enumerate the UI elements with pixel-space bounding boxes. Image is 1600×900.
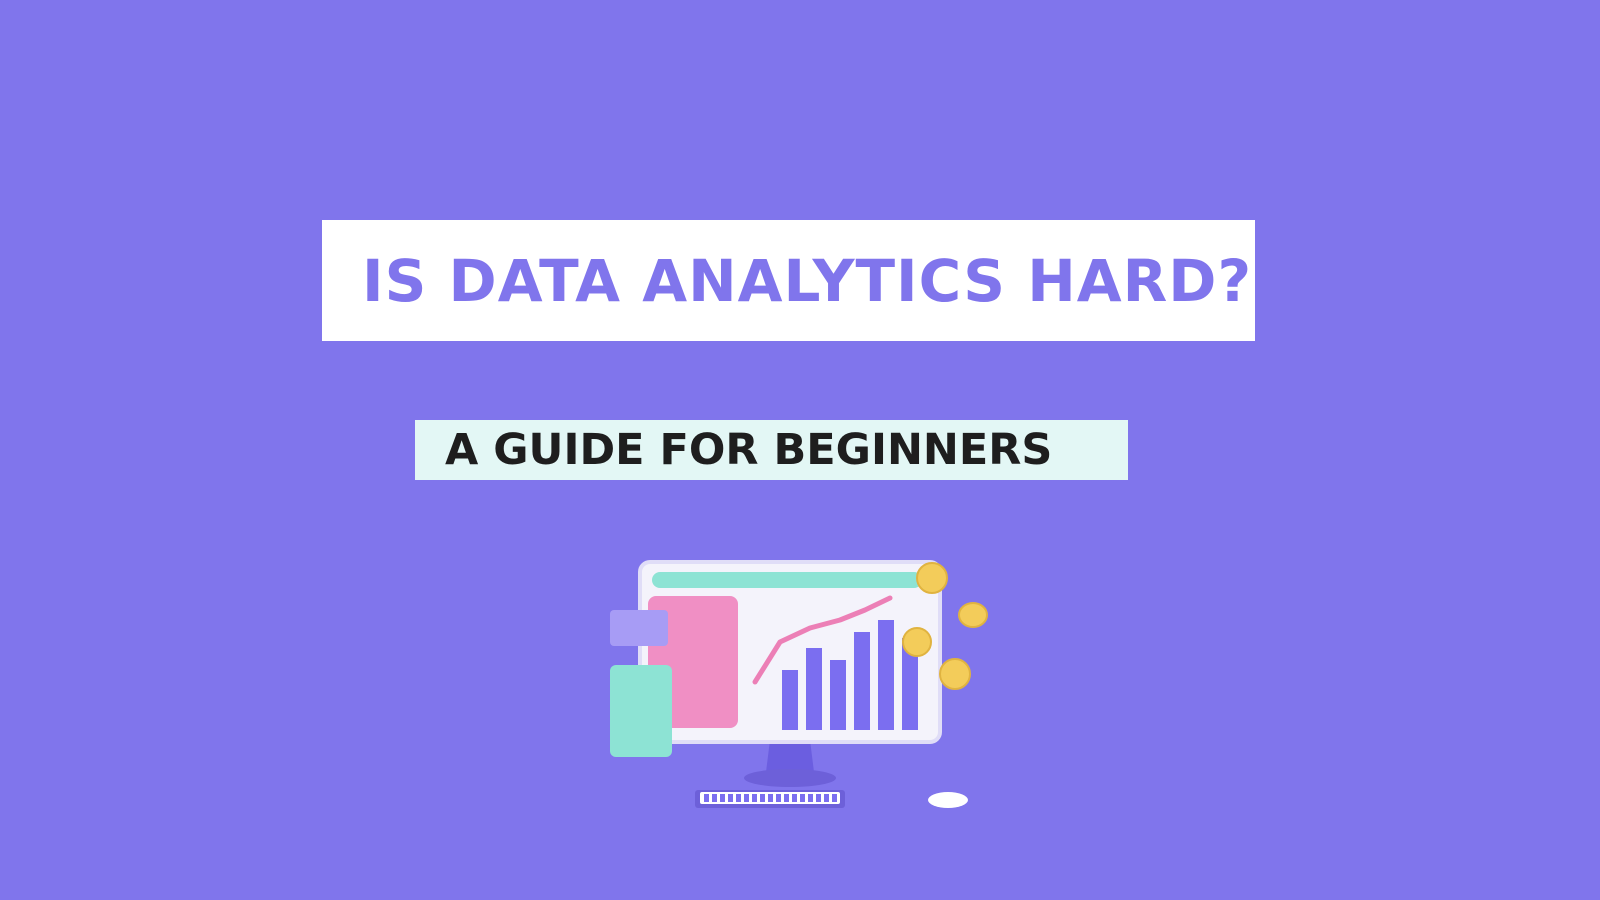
subtitle-banner: A GUIDE FOR BEGINNERS [415, 420, 1128, 480]
keyboard-icon [695, 790, 845, 808]
mouse-icon [928, 792, 968, 808]
page-title: IS DATA ANALYTICS HARD? [362, 246, 1253, 315]
title-banner: IS DATA ANALYTICS HARD? [322, 220, 1255, 341]
computer-monitor-analytics-icon [610, 560, 988, 808]
page-subtitle: A GUIDE FOR BEGINNERS [445, 424, 1053, 475]
